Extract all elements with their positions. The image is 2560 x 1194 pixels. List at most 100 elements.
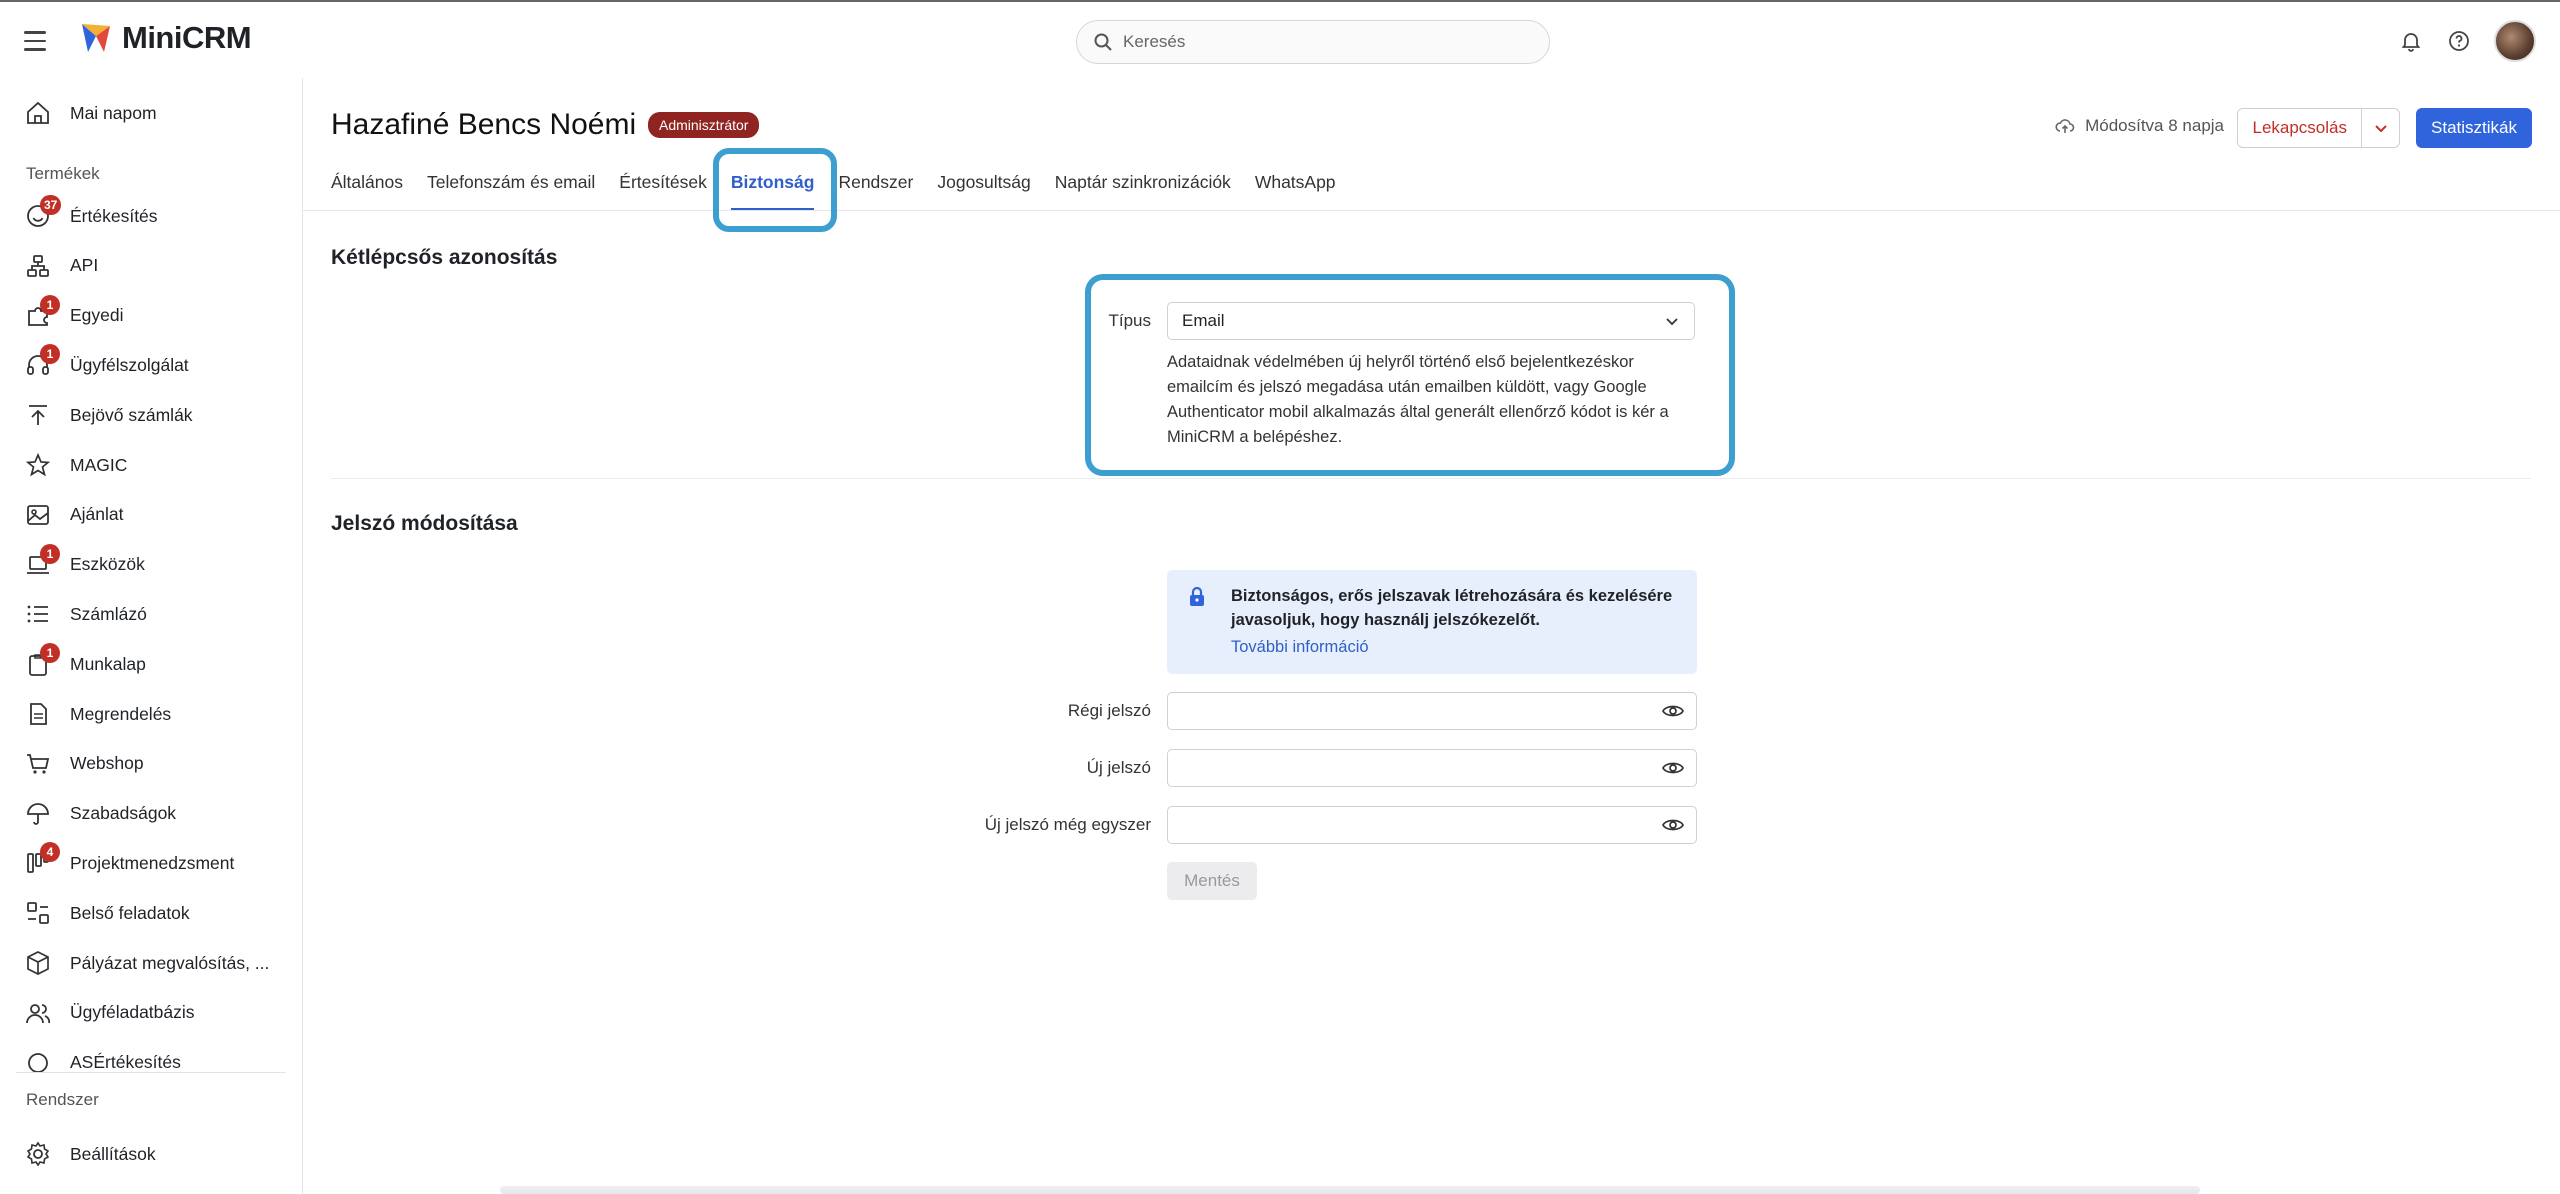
new-password-field: [1167, 749, 1697, 787]
repeat-password-label: Új jelszó még egyszer: [984, 815, 1151, 834]
tab[interactable]: Jogosultság: [925, 172, 1042, 211]
sidebar-divider: [16, 1072, 286, 1073]
sidebar-item[interactable]: Ajánlat: [24, 495, 284, 535]
tabs-divider: [303, 210, 2560, 211]
sidebar-item[interactable]: Bejövő számlák: [24, 395, 284, 435]
type-label: Típus: [1108, 311, 1151, 330]
lock-dropdown-button[interactable]: [2362, 108, 2400, 148]
type-select[interactable]: Email: [1167, 302, 1695, 340]
sidebar-item[interactable]: 1 Munkalap: [24, 643, 284, 684]
sidebar-item-label: Megrendelés: [70, 703, 172, 724]
sidebar-item-label: Pályázat megvalósítás, ...: [70, 952, 270, 973]
old-password-label: Régi jelszó: [1067, 701, 1151, 720]
tab[interactable]: Biztonság: [719, 172, 827, 211]
menu-icon[interactable]: [24, 26, 54, 56]
chevron-down-icon: [1666, 318, 1678, 326]
sidebar-item-label: Értékesítés: [70, 205, 158, 226]
more-info-link[interactable]: További információ: [1231, 638, 1369, 657]
repeat-password-input[interactable]: [1168, 807, 1638, 843]
sidebar-item-label: Munkalap: [70, 653, 146, 674]
repeat-password-field: [1167, 806, 1697, 844]
tab[interactable]: Értesítések: [607, 172, 719, 211]
sidebar-item-label: Bejövő számlák: [70, 404, 193, 425]
eye-icon[interactable]: [1662, 816, 1684, 834]
notification-badge: 37: [40, 195, 62, 215]
clipboard-icon: 1: [24, 643, 60, 678]
cart-icon: [24, 750, 52, 778]
stats-button[interactable]: Statisztikák: [2416, 108, 2532, 148]
two-factor-title: Kétlépcsős azonosítás: [331, 246, 558, 269]
sidebar-item-settings[interactable]: Beállítások: [24, 1134, 284, 1174]
tasks-icon: [24, 899, 52, 927]
sidebar-item[interactable]: 37 Értékesítés: [24, 195, 284, 236]
lock-button[interactable]: Lekapcsolás: [2237, 108, 2362, 148]
minicrm-logo-icon: [82, 24, 110, 52]
sidebar-item[interactable]: MAGIC: [24, 445, 284, 485]
help-icon[interactable]: [2446, 28, 2472, 54]
lock-icon: [1190, 586, 1204, 606]
list-icon: [24, 600, 52, 628]
sidebar-item[interactable]: API: [24, 246, 284, 286]
tab[interactable]: Telefonszám és email: [415, 172, 607, 211]
tab[interactable]: Rendszer: [826, 172, 925, 211]
chevron-down-icon: [2374, 125, 2387, 133]
old-password-field: [1167, 692, 1697, 730]
eye-icon[interactable]: [1662, 702, 1684, 720]
search-icon: [1094, 33, 1112, 51]
sidebar-item[interactable]: 1 Egyedi: [24, 294, 284, 336]
document-icon: [24, 700, 52, 728]
avatar[interactable]: [2494, 20, 2536, 62]
sidebar-item[interactable]: Számlázó: [24, 594, 284, 634]
notification-badge: 1: [40, 543, 60, 564]
password-info-box: Biztonságos, erős jelszavak létrehozásár…: [1167, 570, 1697, 674]
sidebar-item[interactable]: 1 Eszközök: [24, 543, 284, 585]
sidebar-item[interactable]: Webshop: [24, 744, 284, 784]
logo[interactable]: MiniCRM: [78, 20, 252, 56]
sidebar-item-label: Eszközök: [70, 554, 145, 575]
tab[interactable]: Naptár szinkronizációk: [1043, 172, 1243, 211]
sidebar-item[interactable]: ASÉrtékesítés: [24, 1043, 284, 1083]
modified-status: Módosítva 8 napja: [2055, 116, 2224, 136]
notification-badge: 1: [40, 344, 60, 365]
old-password-input[interactable]: [1168, 693, 1638, 729]
tab-bar: Általános Telefonszám és email Értesítések…: [331, 172, 1348, 211]
section-divider: [331, 478, 2531, 479]
bell-icon[interactable]: [2398, 28, 2424, 54]
type-select-value: Email: [1182, 311, 1225, 330]
sidebar-item-label: Számlázó: [70, 603, 147, 624]
tab[interactable]: WhatsApp: [1243, 172, 1348, 211]
users-icon: [24, 999, 52, 1027]
search-input[interactable]: [1123, 32, 1503, 52]
new-password-input[interactable]: [1168, 750, 1638, 786]
sidebar-item[interactable]: Ügyféladatbázis: [24, 993, 284, 1033]
sidebar-item-label: Ajánlat: [70, 504, 124, 525]
eye-icon[interactable]: [1662, 759, 1684, 777]
notification-badge: 4: [40, 842, 60, 863]
modified-text: Módosítva 8 napja: [2085, 116, 2224, 135]
cloud-upload-icon: [2055, 119, 2075, 133]
kanban-icon: 4: [24, 842, 60, 877]
sidebar-item[interactable]: 4 Projektmenedzsment: [24, 842, 284, 883]
sidebar-item-label: API: [70, 255, 99, 276]
sidebar-item-label: ASÉrtékesítés: [70, 1052, 181, 1073]
sidebar-item-label: Projektmenedzsment: [70, 852, 235, 873]
page-title: Hazafiné Bencs Noémi: [331, 108, 637, 141]
sidebar-section-system: Rendszer: [26, 1090, 99, 1109]
tab[interactable]: Általános: [331, 172, 415, 211]
sidebar-item-label: Beállítások: [70, 1143, 156, 1164]
top-bar: MiniCRM: [0, 0, 2560, 78]
sidebar-section-products: Termékek: [26, 164, 100, 183]
sidebar-item[interactable]: 1 Ügyfélszolgálat: [24, 344, 284, 385]
search-bar[interactable]: [1076, 20, 1550, 64]
sidebar-item[interactable]: Pályázat megvalósítás, ...: [24, 943, 284, 983]
sidebar-item[interactable]: Belső feladatok: [24, 893, 284, 933]
top-icons: [2398, 20, 2536, 62]
save-button[interactable]: Mentés: [1167, 862, 1257, 900]
puzzle-icon: 1: [24, 294, 60, 330]
box-icon: [24, 949, 52, 977]
headset-icon: 1: [24, 344, 60, 379]
sidebar-item[interactable]: Megrendelés: [24, 694, 284, 734]
sidebar-item-label: Mai napom: [70, 102, 157, 123]
sidebar-item-mai-napom[interactable]: Mai napom: [24, 93, 284, 133]
sidebar-item[interactable]: Szabadságok: [24, 794, 284, 834]
